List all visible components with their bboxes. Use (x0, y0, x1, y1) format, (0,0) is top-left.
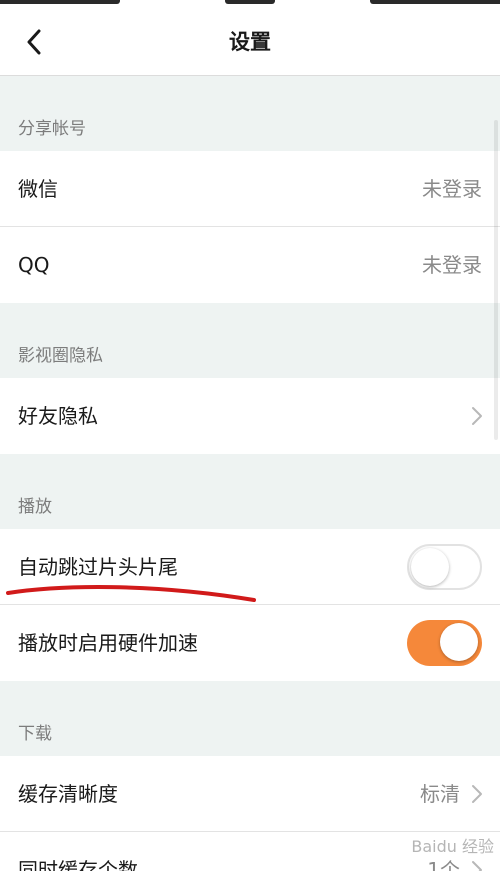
section-header-privacy: 影视圈隐私 (0, 303, 500, 378)
watermark: Baidu 经验 (411, 837, 494, 856)
chevron-right-icon (472, 407, 482, 425)
page-title: 设置 (229, 30, 271, 54)
row-value: 未登录 (422, 177, 482, 201)
section-header-download: 下载 (0, 681, 500, 756)
row-cache-quality[interactable]: 缓存清晰度 标清 (0, 756, 500, 832)
row-label: 缓存清晰度 (18, 782, 118, 806)
section-header-share: 分享帐号 (0, 76, 500, 151)
toggle-knob (411, 548, 449, 586)
status-bar (0, 0, 500, 8)
settings-list: 分享帐号 微信 未登录 QQ 未登录 影视圈隐私 好友隐私 播放 自动跳过片头片… (0, 76, 500, 871)
scrollbar[interactable] (494, 120, 498, 440)
row-label: 好友隐私 (18, 404, 98, 428)
row-label: 同时缓存个数 (18, 858, 138, 871)
row-friend-privacy[interactable]: 好友隐私 (0, 378, 500, 454)
row-label: 自动跳过片头片尾 (18, 555, 178, 579)
section-header-playback: 播放 (0, 454, 500, 529)
hardware-acceleration-toggle[interactable] (407, 620, 482, 666)
section-title: 分享帐号 (18, 119, 86, 139)
toggle-knob (440, 623, 478, 661)
row-hardware-acceleration: 播放时启用硬件加速 (0, 605, 500, 681)
row-label: QQ (18, 253, 50, 277)
chevron-right-icon (472, 861, 482, 871)
skip-intro-toggle[interactable] (407, 544, 482, 590)
row-wechat[interactable]: 微信 未登录 (0, 151, 500, 227)
section-title: 播放 (18, 497, 52, 517)
chevron-right-icon (472, 785, 482, 803)
row-value: 标清 (420, 782, 460, 806)
row-skip-intro-outro: 自动跳过片头片尾 (0, 529, 500, 605)
row-qq[interactable]: QQ 未登录 (0, 227, 500, 303)
navigation-bar: 设置 (0, 8, 500, 76)
row-label: 微信 (18, 177, 58, 201)
section-title: 影视圈隐私 (18, 346, 103, 366)
row-label: 播放时启用硬件加速 (18, 631, 198, 655)
section-title: 下载 (18, 724, 52, 744)
row-value: 未登录 (422, 253, 482, 277)
